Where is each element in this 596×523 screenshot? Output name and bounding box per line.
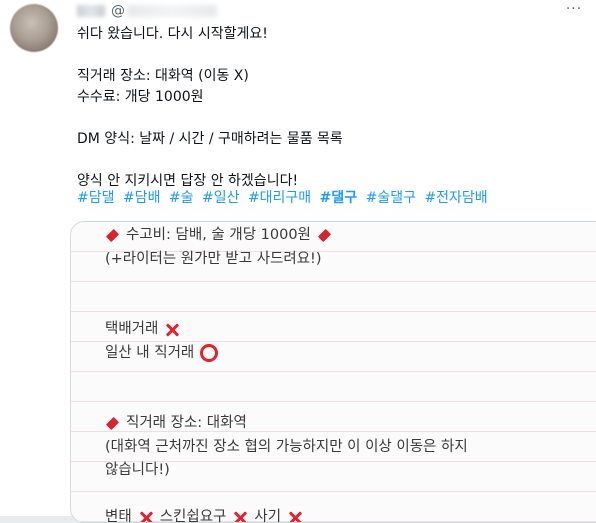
place-note-text: 않습니다!) xyxy=(105,462,170,478)
hashtag-link[interactable]: #일산 xyxy=(202,190,240,206)
note-line: (+라이터는 원가만 받고 사드려요!) xyxy=(105,248,596,272)
tweet-line: 수수료: 개당 1000원 xyxy=(77,89,204,105)
red-x-icon xyxy=(164,322,180,338)
rule-text: 사기 xyxy=(254,509,282,523)
hashtag-link[interactable]: #대리구매 xyxy=(248,190,311,206)
avatar[interactable] xyxy=(10,4,58,52)
hashtag-link[interactable]: #전자담배 xyxy=(424,190,487,206)
red-diamond-icon xyxy=(105,417,120,431)
note-line: 않습니다!) xyxy=(105,459,596,483)
tweet-line: DM 양식: 날짜 / 시간 / 구매하려는 물품 목록 xyxy=(77,131,343,147)
rule-text: 스킨쉽요구 xyxy=(159,509,227,523)
fee-text: 수고비: 담배, 술 개당 1000원 xyxy=(126,227,311,243)
hashtag-list: #담댈 #담배 #술 #일산 #대리구매 #댈구 #술댈구 #전자담배 xyxy=(77,188,492,209)
tweet-line: 쉬다 왔습니다. 다시 시작할게요! xyxy=(77,26,268,42)
tweet-header: @ xyxy=(77,2,217,20)
hashtag-link[interactable]: #술댈구 xyxy=(366,190,416,206)
display-name-blurred[interactable] xyxy=(77,5,105,17)
hashtag-link[interactable]: #담배 xyxy=(123,190,161,206)
tweet-card[interactable]: @ ··· 쉬다 왔습니다. 다시 시작할게요! 직거래 장소: 대화역 (이동… xyxy=(0,0,596,523)
note-content: 수고비: 담배, 술 개당 1000원 (+라이터는 원가만 받고 사드려요!)… xyxy=(105,224,596,523)
note-line: 택배거래 xyxy=(105,318,596,342)
note-line: (대화역 근처까진 장소 협의 가능하지만 이 이상 이동은 하지 xyxy=(105,436,596,460)
note-line: 변태 스킨쉽요구 사기 xyxy=(105,506,596,523)
handle-at: @ xyxy=(111,3,125,19)
attached-image[interactable]: 수고비: 담배, 술 개당 1000원 (+라이터는 원가만 받고 사드려요!)… xyxy=(70,221,596,523)
red-x-icon xyxy=(232,510,248,522)
hashtag-link[interactable]: #술 xyxy=(169,190,194,206)
local-trade-text: 일산 내 직거래 xyxy=(105,344,195,361)
red-x-icon xyxy=(287,510,303,522)
lighter-text: (+라이터는 원가만 받고 사드려요!) xyxy=(105,250,322,267)
rule-text: 변태 xyxy=(105,509,132,523)
note-line: 수고비: 담배, 술 개당 1000원 xyxy=(105,224,596,248)
more-options-icon[interactable]: ··· xyxy=(564,2,584,18)
red-diamond-icon xyxy=(317,229,332,243)
delivery-text: 택배거래 xyxy=(105,321,159,337)
place-text: 직거래 장소: 대화역 xyxy=(126,415,247,431)
note-line: 일산 내 직거래 xyxy=(105,342,596,366)
place-note-text: (대화역 근처까진 장소 협의 가능하지만 이 이상 이동은 하지 xyxy=(105,438,468,455)
tweet-line: 직거래 장소: 대화역 (이동 X) xyxy=(77,68,249,84)
red-x-icon xyxy=(138,510,154,522)
handle-blurred[interactable] xyxy=(127,5,217,17)
note-line: 직거래 장소: 대화역 xyxy=(105,412,596,436)
tweet-text: 쉬다 왔습니다. 다시 시작할게요! 직거래 장소: 대화역 (이동 X) 수수… xyxy=(77,24,577,192)
hashtag-link[interactable]: #댈구 xyxy=(320,190,358,206)
red-diamond-icon xyxy=(105,229,120,243)
red-circle-icon xyxy=(200,344,219,363)
hashtag-link[interactable]: #담댈 xyxy=(77,190,115,206)
